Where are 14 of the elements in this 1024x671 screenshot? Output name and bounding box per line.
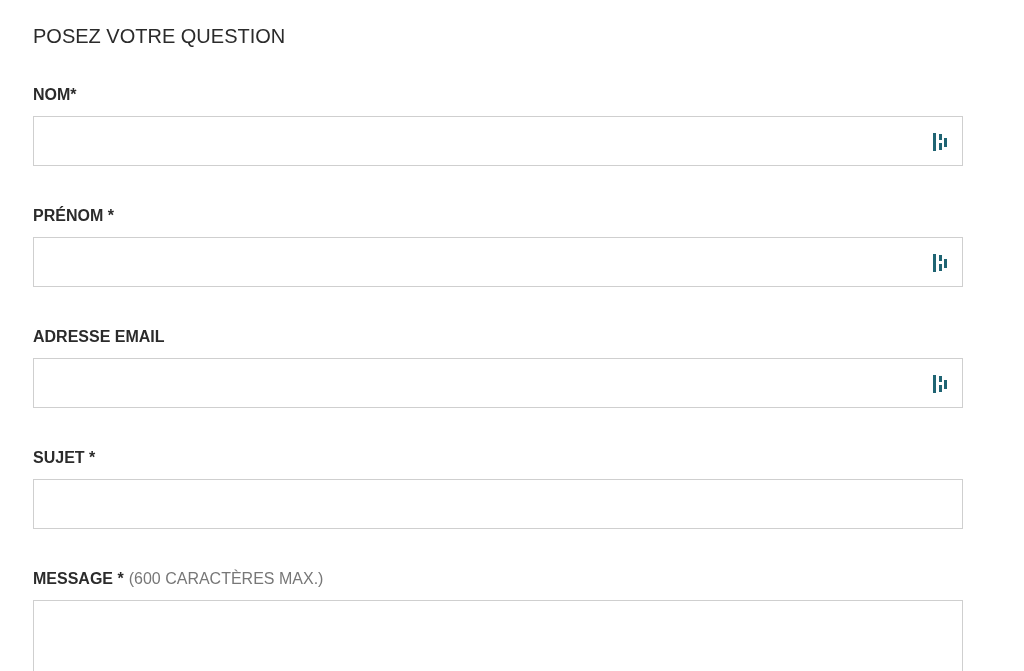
autofill-icon[interactable] (932, 132, 948, 152)
autofill-icon[interactable] (932, 253, 948, 273)
input-field[interactable] (33, 358, 963, 408)
field-label: PRÉNOM * (33, 206, 114, 226)
field-label: MESSAGE * (33, 569, 124, 589)
autofill-icon[interactable] (932, 374, 948, 394)
form-title: POSEZ VOTRE QUESTION (33, 24, 287, 48)
input-field[interactable] (33, 116, 963, 166)
field-label: NOM* (33, 85, 77, 105)
field-label: SUJET * (33, 448, 96, 468)
input-field[interactable] (33, 479, 963, 529)
field-hint: (600 CARACTÈRES MAX.) (128, 569, 324, 589)
field-label: ADRESSE EMAIL (33, 327, 165, 347)
input-field[interactable] (33, 237, 963, 287)
